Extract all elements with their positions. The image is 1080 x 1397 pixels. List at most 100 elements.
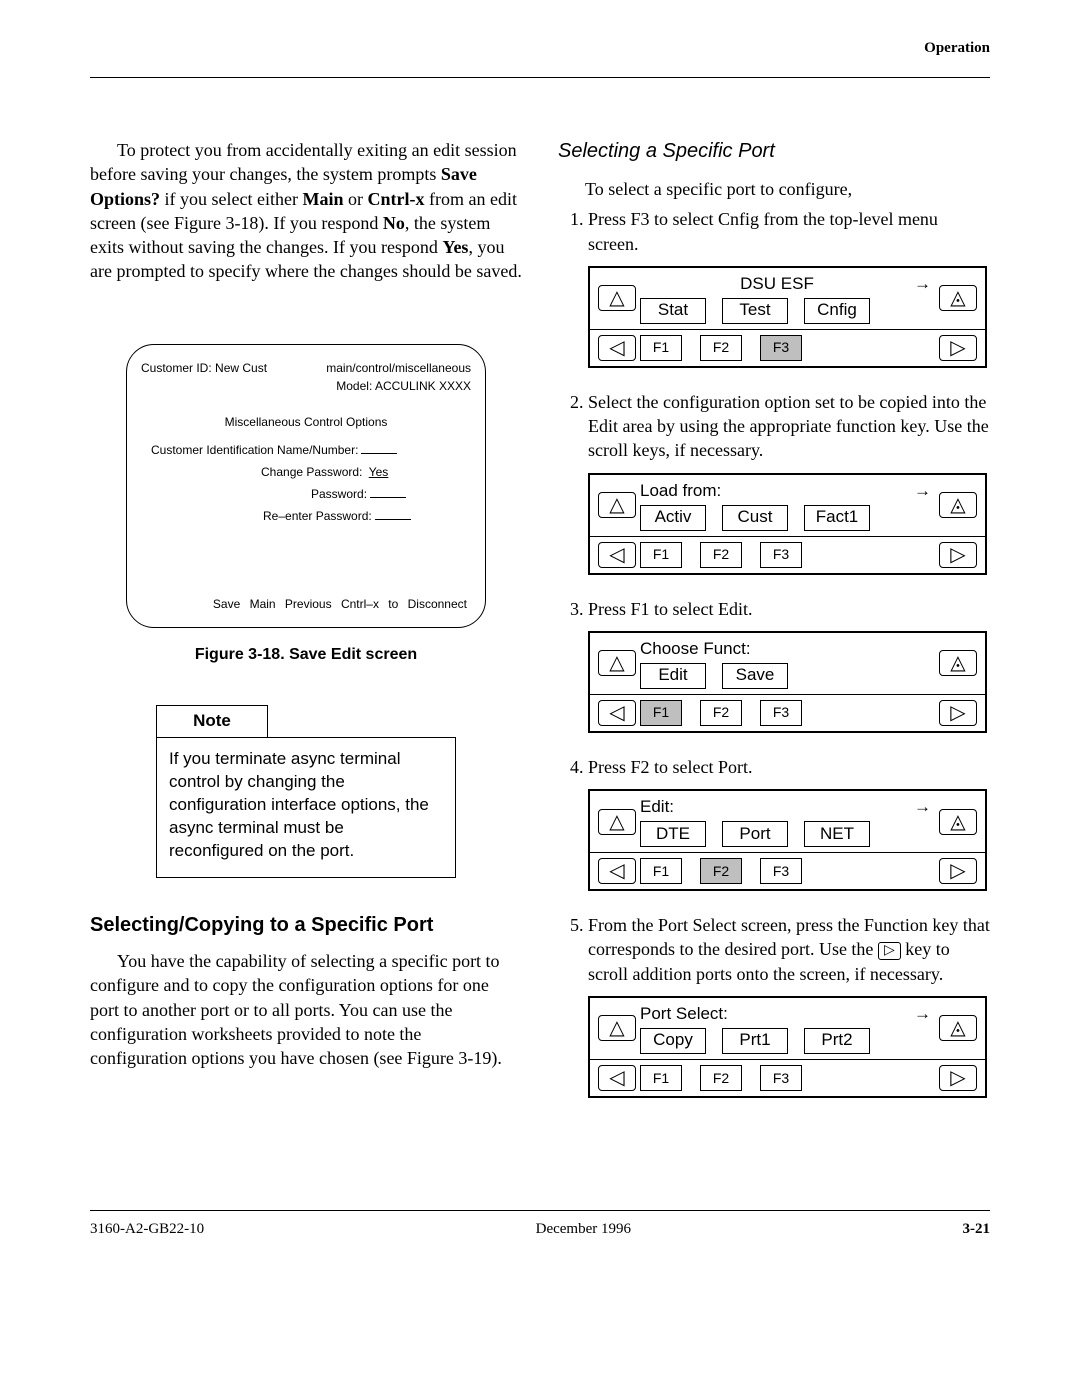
terminal-field: Re–enter Password: bbox=[141, 507, 471, 525]
triangle-up-line-icon: ◬ bbox=[950, 1018, 965, 1038]
f1-key[interactable]: F1 bbox=[640, 542, 682, 568]
f1-key[interactable]: F1 bbox=[640, 1065, 682, 1091]
label: Customer ID: bbox=[141, 361, 212, 375]
note-body: If you terminate async terminal control … bbox=[156, 737, 456, 878]
text-bold: No bbox=[383, 213, 405, 233]
scroll-left-key[interactable]: ◁ bbox=[598, 1065, 636, 1091]
f1-key[interactable]: F1 bbox=[640, 700, 682, 726]
arrow-right-icon: → bbox=[914, 796, 935, 819]
note-title: Note bbox=[156, 705, 268, 737]
home-key[interactable]: ◬ bbox=[939, 285, 977, 311]
step-text: Press F2 to select Port. bbox=[588, 757, 753, 777]
terminal-field: Password: bbox=[141, 485, 471, 503]
up-key[interactable]: △ bbox=[598, 809, 636, 835]
step-1: Press F3 to select Cnfig from the top-le… bbox=[588, 207, 990, 368]
step-text: Press F3 to select Cnfig from the top-le… bbox=[588, 209, 938, 253]
step-text: Press F1 to select Edit. bbox=[588, 599, 753, 619]
scroll-left-key[interactable]: ◁ bbox=[598, 858, 636, 884]
footer-doc-id: 3160-A2-GB22-10 bbox=[90, 1221, 204, 1238]
step-5: From the Port Select screen, press the F… bbox=[588, 913, 990, 1098]
lcd-option[interactable]: Prt2 bbox=[804, 1028, 870, 1054]
intro-text: To select a specific port to configure, bbox=[558, 177, 990, 201]
triangle-left-icon: ◁ bbox=[609, 338, 624, 358]
screen-path: main/control/miscellaneous bbox=[326, 359, 471, 377]
two-column-layout: To protect you from accidentally exiting… bbox=[90, 138, 990, 1120]
customer-id: Customer ID: New Cust bbox=[141, 359, 267, 395]
lcd-option[interactable]: DTE bbox=[640, 821, 706, 847]
terminal-header-row: Customer ID: New Cust main/control/misce… bbox=[141, 359, 471, 395]
triangle-left-icon: ◁ bbox=[609, 1068, 624, 1088]
home-key[interactable]: ◬ bbox=[939, 492, 977, 518]
scroll-right-key[interactable]: ▷ bbox=[939, 858, 977, 884]
f1-key[interactable]: F1 bbox=[640, 335, 682, 361]
lcd-option[interactable]: NET bbox=[804, 821, 870, 847]
value: New Cust bbox=[215, 361, 267, 375]
lcd-option[interactable]: Edit bbox=[640, 663, 706, 689]
lcd-option[interactable]: Stat bbox=[640, 298, 706, 324]
up-key[interactable]: △ bbox=[598, 650, 636, 676]
header-rule bbox=[90, 77, 990, 78]
text-bold: Main bbox=[302, 189, 343, 209]
note-box: Note If you terminate async terminal con… bbox=[156, 705, 456, 878]
f2-key[interactable]: F2 bbox=[700, 1065, 742, 1091]
save-options-paragraph: To protect you from accidentally exiting… bbox=[90, 138, 522, 284]
lcd-title: Load from: bbox=[640, 480, 721, 503]
f3-key[interactable]: F3 bbox=[760, 700, 802, 726]
label: Re–enter Password: bbox=[263, 507, 372, 525]
lcd-option[interactable]: Cust bbox=[722, 505, 788, 531]
lcd-title: Port Select: bbox=[640, 1003, 728, 1026]
f3-key[interactable]: F3 bbox=[760, 1065, 802, 1091]
triangle-left-icon: ◁ bbox=[609, 545, 624, 565]
page-footer: 3160-A2-GB22-10 December 1996 3-21 bbox=[90, 1210, 990, 1238]
lcd-option[interactable]: Copy bbox=[640, 1028, 706, 1054]
home-key[interactable]: ◬ bbox=[939, 1015, 977, 1041]
up-key[interactable]: △ bbox=[598, 492, 636, 518]
arrow-right-icon: → bbox=[914, 1003, 935, 1026]
blank-underline bbox=[370, 497, 406, 498]
home-key[interactable]: ◬ bbox=[939, 650, 977, 676]
triangle-up-icon: △ bbox=[609, 653, 624, 673]
lcd-option[interactable]: Port bbox=[722, 821, 788, 847]
up-key[interactable]: △ bbox=[598, 285, 636, 311]
scroll-right-key[interactable]: ▷ bbox=[939, 542, 977, 568]
terminal-field: Customer Identification Name/Number: bbox=[141, 441, 471, 459]
triangle-up-icon: △ bbox=[609, 812, 624, 832]
up-key[interactable]: △ bbox=[598, 1015, 636, 1041]
scroll-left-key[interactable]: ◁ bbox=[598, 335, 636, 361]
lcd-option[interactable]: Prt1 bbox=[722, 1028, 788, 1054]
f2-key[interactable]: F2 bbox=[700, 700, 742, 726]
f1-key[interactable]: F1 bbox=[640, 858, 682, 884]
heading-selecting-port: Selecting a Specific Port bbox=[558, 138, 990, 165]
f3-key[interactable]: F3 bbox=[760, 335, 802, 361]
scroll-right-key[interactable]: ▷ bbox=[939, 700, 977, 726]
triangle-right-icon: ▷ bbox=[950, 861, 965, 881]
lcd-panel-choose-funct: △ Choose Funct: → Edit Save bbox=[588, 631, 987, 733]
f2-key[interactable]: F2 bbox=[700, 858, 742, 884]
label: Customer Identification Name/Number: bbox=[151, 441, 358, 459]
scroll-right-key[interactable]: ▷ bbox=[939, 1065, 977, 1091]
section-header: Operation bbox=[90, 40, 990, 57]
step-text: Select the configuration option set to b… bbox=[588, 392, 989, 461]
f2-key[interactable]: F2 bbox=[700, 335, 742, 361]
triangle-right-icon: ▷ bbox=[950, 338, 965, 358]
model: Model: ACCULINK XXXX bbox=[326, 377, 471, 395]
lcd-option[interactable]: Cnfig bbox=[804, 298, 870, 324]
lcd-option[interactable]: Activ bbox=[640, 505, 706, 531]
blank-underline bbox=[375, 519, 411, 520]
home-key[interactable]: ◬ bbox=[939, 809, 977, 835]
f3-key[interactable]: F3 bbox=[760, 542, 802, 568]
scroll-left-key[interactable]: ◁ bbox=[598, 700, 636, 726]
scroll-left-key[interactable]: ◁ bbox=[598, 542, 636, 568]
f2-key[interactable]: F2 bbox=[700, 542, 742, 568]
terminal-footer-menu: Save Main Previous Cntrl–x to Disconnect bbox=[141, 595, 471, 613]
f3-key[interactable]: F3 bbox=[760, 858, 802, 884]
lcd-panel-dsu-esf: △ DSU ESF → Stat Test Cnfig bbox=[588, 266, 987, 368]
scroll-right-key[interactable]: ▷ bbox=[939, 335, 977, 361]
value: ACCULINK XXXX bbox=[375, 379, 471, 393]
lcd-panel-edit: △ Edit: → DTE Port NET bbox=[588, 789, 987, 891]
lcd-option[interactable]: Test bbox=[722, 298, 788, 324]
lcd-option[interactable]: Fact1 bbox=[804, 505, 870, 531]
triangle-right-icon: ▷ bbox=[950, 703, 965, 723]
lcd-option[interactable]: Save bbox=[722, 663, 788, 689]
text: if you select either bbox=[160, 189, 302, 209]
